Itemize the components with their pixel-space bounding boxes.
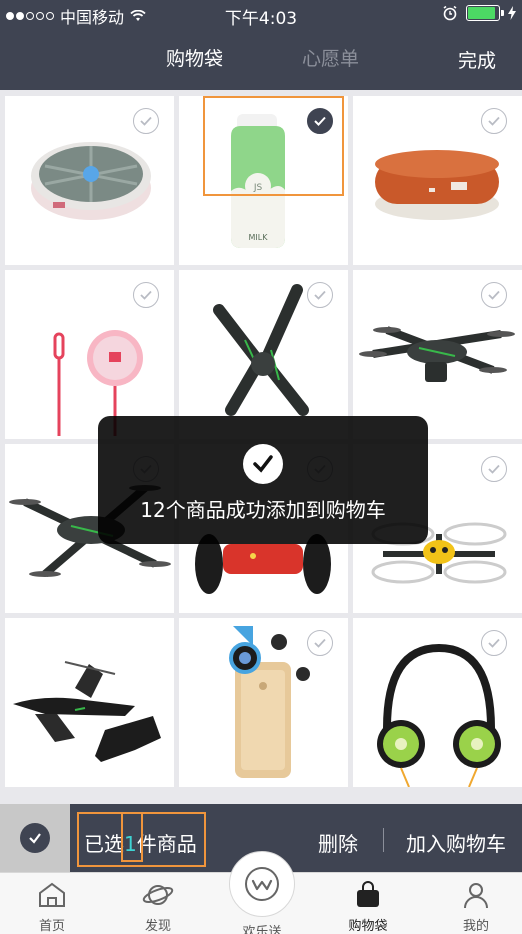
header: 中国移动 下午4:03 购物袋 心愿单 完成: [0, 0, 522, 90]
select-checkbox[interactable]: [133, 108, 159, 134]
done-button[interactable]: 完成: [458, 46, 496, 73]
charging-icon: [508, 6, 516, 20]
checkmark-icon: [20, 823, 50, 853]
battery-icon: [466, 5, 504, 21]
planet-icon: [142, 885, 174, 905]
delete-button[interactable]: 删除: [318, 828, 358, 857]
selected-count: 1: [124, 832, 137, 856]
w-logo-icon: [245, 867, 279, 901]
select-checkbox[interactable]: [133, 282, 159, 308]
select-all-checkbox[interactable]: [0, 804, 70, 872]
person-icon: [464, 883, 488, 909]
nav-shopping-bag-label: 购物袋: [348, 919, 388, 934]
selected-count-text: 已选1件商品: [84, 828, 197, 857]
product-card-x-drone[interactable]: [179, 270, 348, 439]
select-checkbox[interactable]: [481, 282, 507, 308]
select-checkbox-checked[interactable]: [307, 108, 333, 134]
nav-happy-delivery-label: 欢乐送: [242, 925, 282, 934]
tab-shopping-bag[interactable]: 购物袋: [166, 44, 223, 71]
toast-message: 12个商品成功添加到购物车: [140, 498, 386, 522]
bottom-nav: 首页 发现 欢乐送 购物袋 我的: [0, 851, 522, 934]
select-checkbox[interactable]: [481, 108, 507, 134]
nav-discover[interactable]: 发现: [118, 881, 198, 934]
nav-home-label: 首页: [38, 919, 65, 934]
svg-text:JS: JS: [253, 183, 263, 193]
select-checkbox[interactable]: [307, 630, 333, 656]
product-card-phone-lens[interactable]: [179, 618, 348, 787]
divider: [383, 828, 384, 852]
nav-happy-delivery-button[interactable]: [229, 851, 295, 917]
product-card-kiwi-headphones[interactable]: [353, 618, 522, 787]
nav-mine[interactable]: 我的: [436, 881, 516, 934]
success-toast: 12个商品成功添加到购物车: [98, 416, 428, 544]
header-tabs: 购物袋 心愿单: [0, 44, 522, 72]
add-to-cart-button[interactable]: 加入购物车: [406, 828, 506, 857]
product-card-milk-power-bank[interactable]: JS MILK: [179, 96, 348, 265]
selected-suffix: 件商品: [136, 832, 197, 856]
nav-discover-label: 发现: [144, 919, 171, 934]
svg-text:MILK: MILK: [249, 233, 269, 242]
select-checkbox[interactable]: [481, 456, 507, 482]
product-card-quadcopter-camera[interactable]: [353, 270, 522, 439]
product-card-brown-power-bank[interactable]: [353, 96, 522, 265]
checkmark-icon: [243, 444, 283, 484]
selected-prefix: 已选: [84, 832, 124, 856]
nav-mine-label: 我的: [462, 919, 489, 934]
product-card-sim-pin-tool[interactable]: [5, 270, 174, 439]
status-bar: 中国移动 下午4:03: [0, 0, 522, 29]
product-card-round-power-bank[interactable]: [5, 96, 174, 265]
hydrofoil-drone-image: [13, 661, 161, 762]
alarm-icon: [443, 5, 457, 21]
select-checkbox[interactable]: [481, 630, 507, 656]
bag-icon: [357, 881, 379, 907]
select-checkbox[interactable]: [307, 282, 333, 308]
product-card-hydrofoil-drone[interactable]: [5, 618, 174, 787]
nav-home[interactable]: 首页: [12, 881, 92, 934]
tab-wishlist[interactable]: 心愿单: [302, 44, 359, 71]
nav-shopping-bag[interactable]: 购物袋: [328, 881, 408, 934]
house-icon: [39, 882, 65, 907]
